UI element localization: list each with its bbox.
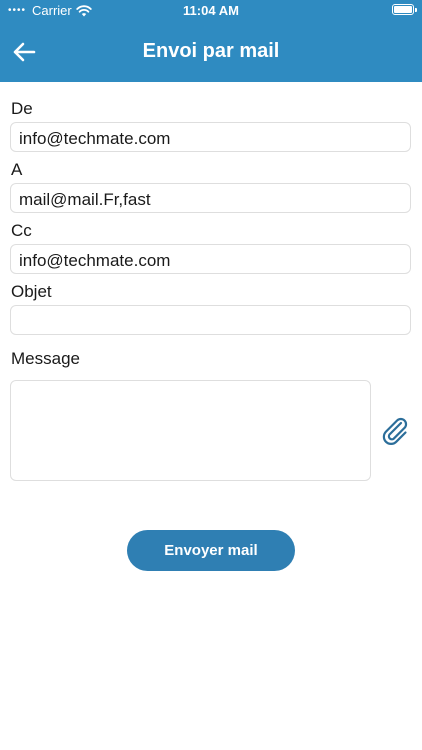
message-textarea[interactable] [10,380,371,481]
page-title: Envoi par mail [142,40,280,62]
cc-label: Cc [11,221,32,240]
subject-field[interactable] [10,305,411,335]
message-label: Message [11,349,80,368]
app-header: •••• Carrier 11:04 AM Envoi par mail [0,0,422,82]
status-time: 11:04 AM [183,3,239,18]
send-mail-button[interactable]: Envoyer mail [127,530,295,571]
status-bar: •••• Carrier 11:04 AM [0,0,422,22]
to-label: A [11,160,23,179]
battery-icon [392,4,417,15]
cc-field[interactable]: info@techmate.com [10,244,411,274]
to-field[interactable]: mail@mail.Fr,fast [10,183,411,213]
subject-label: Objet [11,282,52,301]
paperclip-icon[interactable] [380,415,410,447]
from-field[interactable]: info@techmate.com [10,122,411,152]
from-label: De [11,99,33,118]
